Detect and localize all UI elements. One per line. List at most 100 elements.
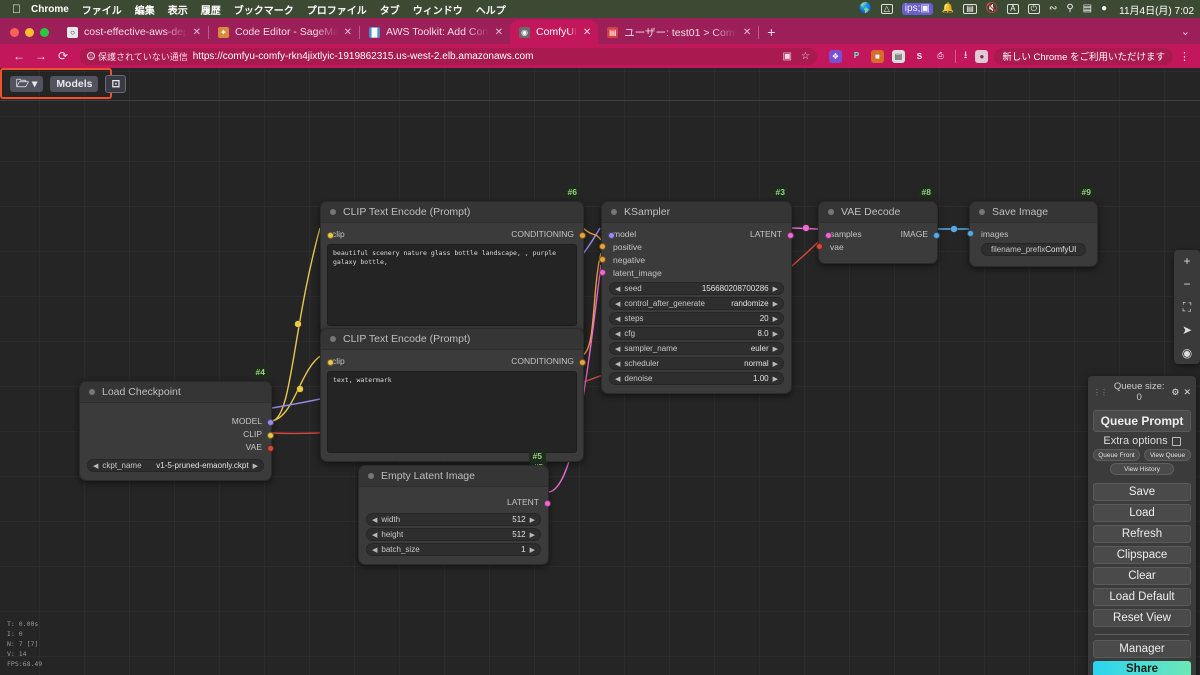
view-queue-button[interactable]: View Queue xyxy=(1144,449,1191,461)
menu-history[interactable]: 履歴 xyxy=(201,2,221,17)
reload-button[interactable]: ⟳ xyxy=(52,49,74,63)
node-title-bar[interactable]: Save Image xyxy=(970,202,1097,223)
node-vae-decode[interactable]: #8 VAE Decode samples IMAGE vae xyxy=(815,186,940,264)
widget-width[interactable]: ◀ width 512 ▶ xyxy=(366,513,541,526)
widget-seed[interactable]: ◀ seed 156680208700286 ▶ xyxy=(609,282,784,295)
load-button[interactable]: Load xyxy=(1093,504,1191,522)
mic-muted-icon[interactable]: 🔇 xyxy=(986,4,998,14)
widget-width-value[interactable]: 512 xyxy=(512,515,525,524)
chrome-update-pill[interactable]: 新しい Chrome をご利用いただけます xyxy=(994,47,1173,65)
node-title-bar[interactable]: Load Checkpoint xyxy=(80,382,271,403)
input-source-icon[interactable]: A xyxy=(1007,4,1019,14)
extra-options-row[interactable]: Extra options xyxy=(1093,435,1191,447)
node-title-bar[interactable]: Empty Latent Image xyxy=(359,466,548,487)
widget-steps-value[interactable]: 20 xyxy=(760,314,769,323)
menu-tab[interactable]: タブ xyxy=(380,2,400,17)
browser-tab-5[interactable]: ▤ ユーザー: test01 > ComfyUIus ✕ xyxy=(598,20,758,44)
view-history-button[interactable]: View History xyxy=(1110,463,1174,475)
prompt-textarea-positive[interactable]: beautiful scenery nature glass bottle la… xyxy=(327,244,577,326)
window-traffic-lights[interactable] xyxy=(0,28,58,44)
keyboard-icon[interactable]: ▤ xyxy=(963,4,977,14)
zoom-out-icon[interactable]: − xyxy=(1183,278,1190,290)
zoom-in-icon[interactable]: + xyxy=(1183,255,1190,267)
browser-tab-1[interactable]: ○ cost-effective-aws-deploym ✕ xyxy=(58,20,208,44)
widget-sampler-name-value[interactable]: euler xyxy=(751,344,769,353)
node-collapse-dot-icon[interactable] xyxy=(979,209,985,215)
node-ksampler[interactable]: #3 KSampler model LATENT positive negati… xyxy=(598,186,794,394)
fit-view-icon[interactable]: ⛶ xyxy=(1183,301,1191,313)
browser-tab-1-close[interactable]: ✕ xyxy=(193,27,201,38)
bookmark-star-icon[interactable]: ☆ xyxy=(801,51,810,62)
apple-logo-icon[interactable]:  xyxy=(12,3,21,15)
widget-batch-size[interactable]: ◀ batch_size 1 ▶ xyxy=(366,543,541,556)
visibility-icon[interactable]: ◉ xyxy=(1182,347,1192,359)
notification-bell-icon[interactable]: 🔔 xyxy=(942,4,954,14)
browser-tab-comfyui[interactable]: ◉ ComfyUI ✕ xyxy=(510,20,599,44)
panel-header[interactable]: ⋮⋮ Queue size: 0 ⚙ ✕ xyxy=(1093,380,1191,407)
tab-search-caret-icon[interactable]: ⌄ xyxy=(1181,25,1200,44)
save-button[interactable]: Save xyxy=(1093,483,1191,501)
menu-edit[interactable]: 編集 xyxy=(135,2,155,17)
menu-profiles[interactable]: プロファイル xyxy=(307,2,367,17)
colorpick-icon[interactable]: ■ xyxy=(870,49,884,63)
increment-arrow-icon[interactable]: ▶ xyxy=(530,546,535,554)
menubar-clock[interactable]: 11月4日(月) 7:02 xyxy=(1119,2,1194,17)
widget-ckpt-name[interactable]: ◀ ckpt_name v1-5-pruned-emaonly.ckpt ▶ xyxy=(87,459,264,472)
siri-icon[interactable]: ● xyxy=(1101,4,1107,14)
input-slot-clip[interactable] xyxy=(326,231,334,239)
settings-gear-icon[interactable]: ⚙ xyxy=(1171,387,1179,398)
comfy-control-panel[interactable]: ⋮⋮ Queue size: 0 ⚙ ✕ Queue Prompt Extra … xyxy=(1088,376,1196,675)
node-title-bar[interactable]: VAE Decode xyxy=(819,202,937,223)
browser-tab-2[interactable]: ✦ Code Editor - SageMaker Stu ✕ xyxy=(209,20,359,44)
output-slot-clip[interactable] xyxy=(267,431,274,439)
widget-filename-prefix-value[interactable]: ComfyUI xyxy=(1045,245,1076,254)
password-manager-icon[interactable]: ▤ xyxy=(891,49,905,63)
translate-icon[interactable]: ▣ xyxy=(783,51,792,62)
wifi-icon[interactable]: ∾ xyxy=(1049,4,1057,14)
widget-filename-prefix[interactable]: filename_prefix ComfyUI xyxy=(981,243,1086,256)
s-extension-icon[interactable]: S xyxy=(912,49,926,63)
panel-drag-handle-icon[interactable]: ⋮⋮ xyxy=(1093,388,1108,397)
widget-cfg[interactable]: ◀ cfg 8.0 ▶ xyxy=(609,327,784,340)
menu-window[interactable]: ウィンドウ xyxy=(413,2,463,17)
output-slot-latent[interactable] xyxy=(544,499,551,507)
dropbox-icon[interactable]: △ xyxy=(880,4,893,14)
input-slot-images[interactable] xyxy=(966,230,974,237)
output-slot-latent[interactable] xyxy=(787,231,794,239)
output-slot-vae[interactable] xyxy=(267,444,274,452)
input-slot-positive[interactable] xyxy=(598,243,606,250)
widget-height-value[interactable]: 512 xyxy=(512,530,525,539)
increment-arrow-icon[interactable]: ▶ xyxy=(773,345,778,353)
node-collapse-dot-icon[interactable] xyxy=(828,209,834,215)
increment-arrow-icon[interactable]: ▶ xyxy=(773,300,778,308)
folder-caret-icon[interactable]: ▾ xyxy=(32,79,37,90)
refresh-button[interactable]: Refresh xyxy=(1093,525,1191,543)
increment-arrow-icon[interactable]: ▶ xyxy=(530,531,535,539)
chrome-menu-button[interactable]: ⋮ xyxy=(1173,50,1192,63)
widget-control-after-generate-value[interactable]: randomize xyxy=(731,299,768,308)
forward-button[interactable]: → xyxy=(30,49,52,63)
widget-denoise[interactable]: ◀ denoise 1.00 ▶ xyxy=(609,372,784,385)
node-collapse-dot-icon[interactable] xyxy=(368,473,374,479)
increment-arrow-icon[interactable]: ▶ xyxy=(773,315,778,323)
node-collapse-dot-icon[interactable] xyxy=(330,209,336,215)
menu-view[interactable]: 表示 xyxy=(168,2,188,17)
widget-denoise-value[interactable]: 1.00 xyxy=(753,374,769,383)
back-button[interactable]: ← xyxy=(8,49,30,63)
output-slot-image[interactable] xyxy=(933,231,940,239)
node-title-bar[interactable]: KSampler xyxy=(602,202,791,223)
widget-cfg-value[interactable]: 8.0 xyxy=(757,329,768,338)
queue-prompt-button[interactable]: Queue Prompt xyxy=(1093,410,1191,432)
prompt-textarea-negative[interactable]: text, watermark xyxy=(327,371,577,453)
extensions-puzzle-icon[interactable]: ❖ xyxy=(828,49,842,63)
clipspace-button[interactable]: Clipspace xyxy=(1093,546,1191,564)
new-tab-button[interactable]: + xyxy=(759,24,783,44)
increment-arrow-icon[interactable]: ▶ xyxy=(773,375,778,383)
input-slot-negative[interactable] xyxy=(598,256,606,263)
reset-view-button[interactable]: Reset View xyxy=(1093,609,1191,627)
maximize-window-button[interactable] xyxy=(40,28,49,37)
browser-tab-2-close[interactable]: ✕ xyxy=(344,27,352,38)
minimize-window-button[interactable] xyxy=(25,28,34,37)
menu-help[interactable]: ヘルプ xyxy=(476,2,506,17)
comfyui-canvas[interactable]: 🗁 ▾ Models ⊡ #6 CLIP Text Encode (Prompt… xyxy=(0,68,1200,675)
